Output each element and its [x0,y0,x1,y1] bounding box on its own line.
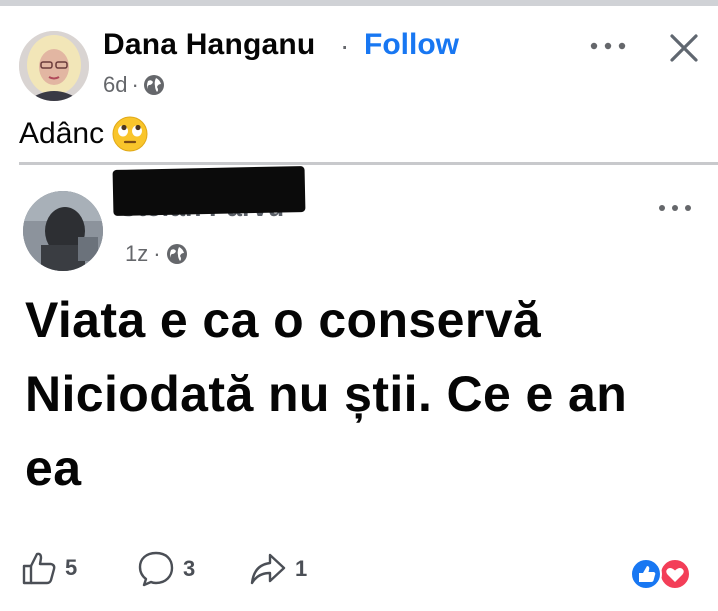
comment-count: 3 [183,556,196,581]
shared-meta-dot: · [153,241,161,266]
comment-icon [138,551,174,587]
text-line: Viata e ca o conservă [25,292,542,348]
comment-button[interactable]: 3 [137,550,195,588]
eye-roll-emoji [112,116,148,152]
caption-text: Adânc [19,117,105,150]
post-caption: Adânc [19,116,148,152]
share-icon [250,553,286,585]
shared-post-text: Viata e ca o conservă Niciodată nu știi.… [25,283,715,505]
shared-time: 1z [125,241,149,266]
name-separator: · [340,30,350,61]
shared-author-avatar [23,191,103,271]
globe-icon [166,244,187,264]
close-icon[interactable] [664,28,704,68]
like-button[interactable]: 5 [21,550,77,586]
share-count: 1 [295,556,308,581]
action-bar: 5 3 1 [19,550,718,594]
top-divider [0,0,718,6]
author-name[interactable]: Dana Hanganu [103,28,315,62]
like-count: 5 [65,555,78,580]
shared-post-image[interactable]: Stefan Parvu 1z · Viata e ca o conservă … [19,165,718,611]
like-reaction-icon [630,558,662,590]
post-time[interactable]: 6d [103,72,127,98]
author-avatar[interactable] [19,31,89,101]
like-icon [22,552,56,585]
text-line: ea [25,440,82,496]
more-icon[interactable] [586,38,630,54]
globe-icon [143,75,164,95]
text-line: Niciodată nu știi. Ce e an [25,366,628,422]
redaction-mark [112,165,306,217]
more-icon [659,205,691,211]
love-reaction-icon [659,558,691,590]
shared-meta: 1z · [125,241,188,267]
meta-dot: · [131,72,139,97]
follow-button[interactable]: Follow [364,28,459,62]
reactions-summary[interactable] [629,558,693,590]
post-meta: 6d · [103,72,165,98]
share-button[interactable]: 1 [249,550,307,588]
